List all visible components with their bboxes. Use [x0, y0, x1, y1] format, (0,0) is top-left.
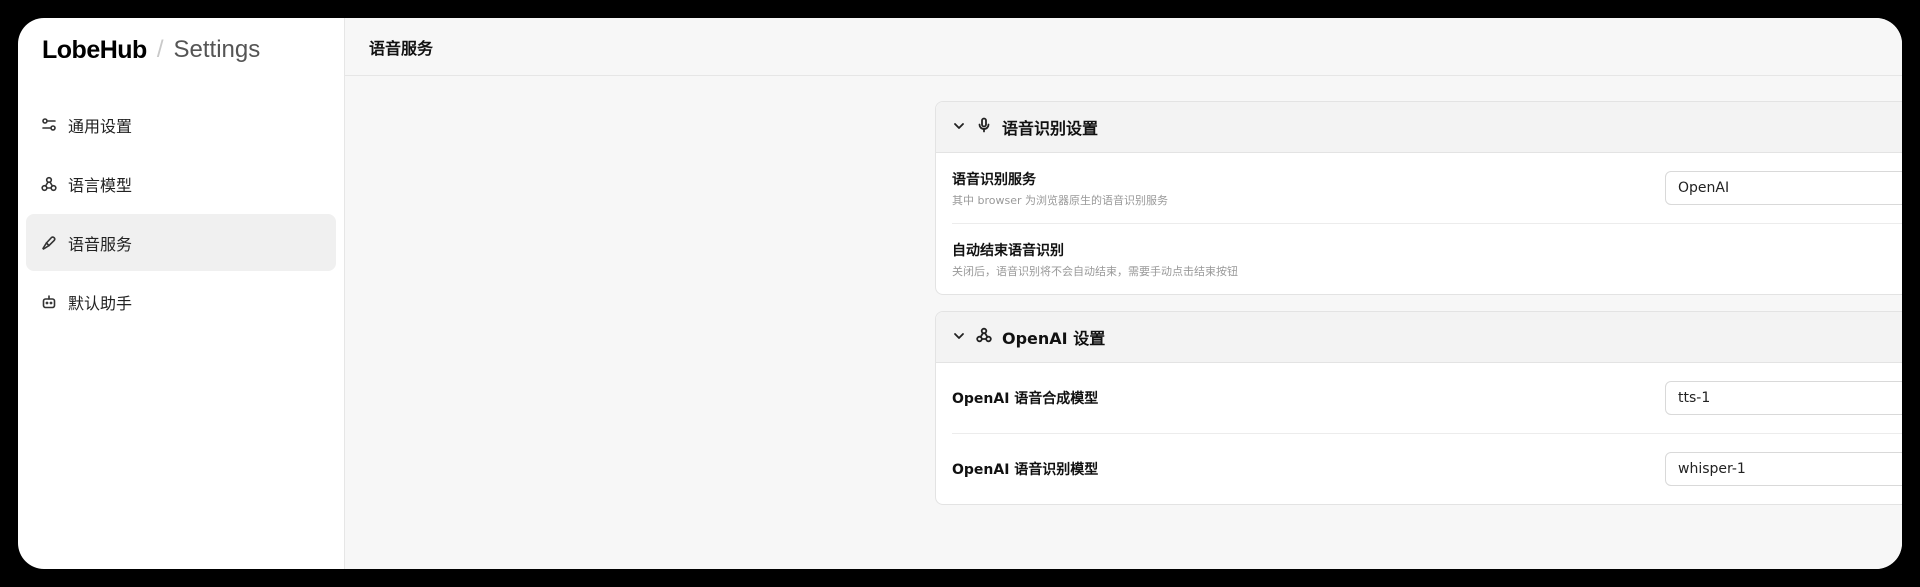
model-icon	[40, 175, 58, 193]
tts-model-select[interactable]: tts-1	[1665, 381, 1902, 415]
settings-window: LobeHub / Settings 通用设置 语言模型 语音服务 默认助手 语…	[18, 18, 1902, 569]
row-description: 其中 browser 为浏览器原生的语音识别服务	[952, 193, 1169, 207]
brand: LobeHub / Settings	[26, 18, 336, 82]
bot-icon	[40, 293, 58, 311]
select-value: tts-1	[1678, 390, 1711, 406]
chevron-down-icon[interactable]	[952, 328, 966, 347]
stt-model-row: OpenAI 语音识别模型 whisper-1	[952, 434, 1902, 504]
section-title: OpenAI 设置	[1002, 329, 1106, 348]
row-description: 关闭后，语音识别将不会自动结束，需要手动点击结束按钮	[952, 264, 1238, 278]
brand-separator: /	[156, 36, 164, 63]
page-title: 语音服务	[345, 18, 1902, 76]
row-title: 自动结束语音识别	[952, 242, 1064, 259]
stt-service-row: 语音识别服务 其中 browser 为浏览器原生的语音识别服务 OpenAI	[952, 153, 1902, 224]
stt-model-select[interactable]: whisper-1	[1665, 452, 1902, 486]
sidebar-item-label: 语音服务	[68, 234, 133, 254]
openai-section-header[interactable]: OpenAI 设置	[936, 312, 1902, 363]
brand-logo[interactable]: LobeHub	[42, 36, 147, 65]
sidebar-item-tts[interactable]: 语音服务	[26, 214, 336, 271]
openai-icon	[976, 327, 992, 347]
sidebar-item-label: 默认助手	[68, 293, 133, 313]
sidebar: LobeHub / Settings 通用设置 语言模型 语音服务 默认助手	[18, 18, 345, 569]
speech-recognition-section: 语音识别设置 语音识别服务 其中 browser 为浏览器原生的语音识别服务 O…	[935, 101, 1902, 295]
section-title: 语音识别设置	[1002, 119, 1099, 138]
sidebar-item-agent[interactable]: 默认助手	[26, 273, 336, 330]
sidebar-item-general[interactable]: 通用设置	[26, 96, 336, 153]
brand-title: Settings	[173, 36, 261, 63]
sidebar-nav: 通用设置 语言模型 语音服务 默认助手	[26, 96, 336, 330]
auto-stop-row: 自动结束语音识别 关闭后，语音识别将不会自动结束，需要手动点击结束按钮	[952, 224, 1902, 294]
row-title: OpenAI 语音合成模型	[952, 391, 1099, 407]
mic-icon	[40, 234, 58, 252]
sidebar-item-label: 通用设置	[68, 116, 133, 136]
main-panel: 语音服务 语音识别设置 语音识别服务 其中 browser 为浏览器原生的语音识…	[345, 18, 1902, 569]
chevron-down-icon[interactable]	[952, 118, 966, 137]
settings-content: 语音识别设置 语音识别服务 其中 browser 为浏览器原生的语音识别服务 O…	[345, 76, 1902, 569]
stt-service-select[interactable]: OpenAI	[1665, 171, 1902, 205]
select-value: whisper-1	[1678, 461, 1746, 477]
openai-section: OpenAI 设置 OpenAI 语音合成模型 tts-1 OpenAI 语音识…	[935, 311, 1902, 505]
tts-model-row: OpenAI 语音合成模型 tts-1	[952, 363, 1902, 434]
settings-sliders-icon	[40, 116, 58, 134]
row-title: OpenAI 语音识别模型	[952, 462, 1099, 478]
sidebar-item-llm[interactable]: 语言模型	[26, 155, 336, 212]
row-title: 语音识别服务	[952, 171, 1036, 188]
sidebar-item-label: 语言模型	[68, 175, 133, 195]
speech-section-header[interactable]: 语音识别设置	[936, 102, 1902, 153]
mic-icon	[976, 117, 992, 137]
select-value: OpenAI	[1678, 180, 1730, 196]
